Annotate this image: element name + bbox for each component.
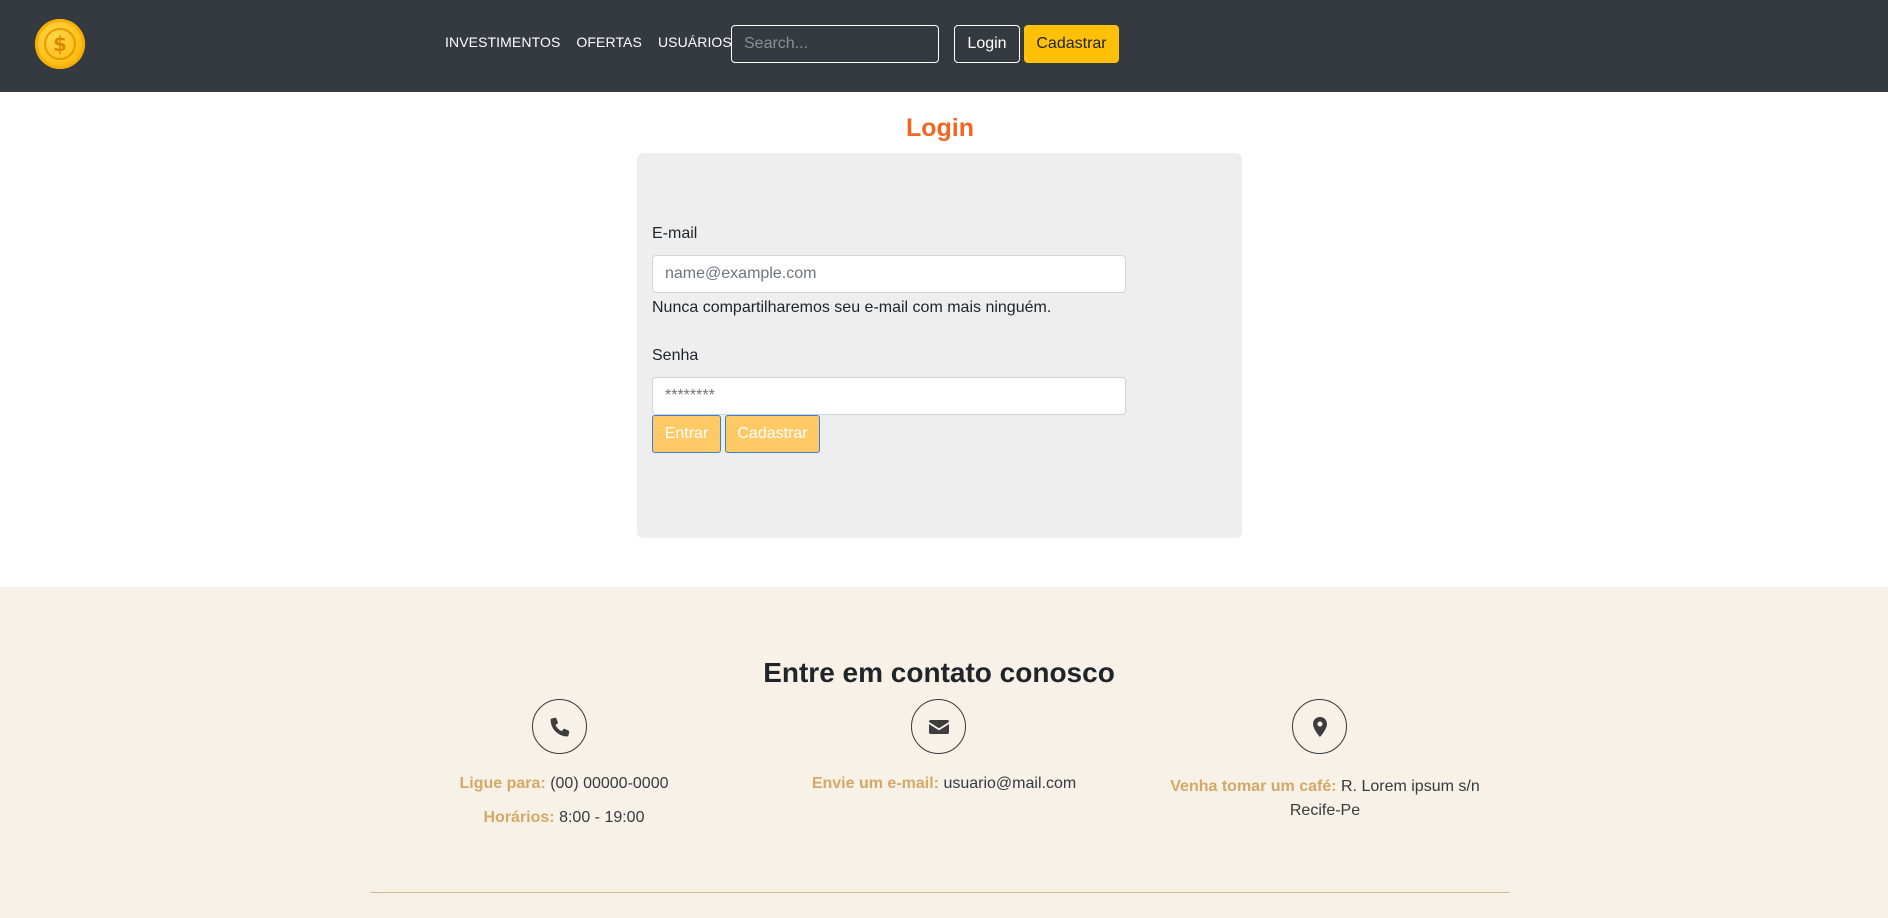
footer-divider [370,892,1510,893]
hours-info: Horários: 8:00 - 19:00 [414,809,714,827]
search-input[interactable] [731,25,939,63]
login-form: E-mail Nunca compartilharemos seu e-mail… [637,153,1242,538]
email-field[interactable] [652,255,1126,293]
nav-link-usuarios[interactable]: USUÁRIOS [658,34,732,50]
nav-register-button[interactable]: Cadastrar [1024,25,1119,63]
address-key: Venha tomar um café: [1170,778,1337,795]
envelope-icon [911,699,966,754]
email-info: Envie um e-mail: usuario@mail.com [794,775,1094,793]
login-title: Login [905,114,975,142]
contact-email-key: Envie um e-mail: [811,775,939,792]
contact-email-value: usuario@mail.com [943,775,1077,792]
hours-key: Horários: [483,809,555,826]
nav-link-ofertas[interactable]: OFERTAS [576,34,642,50]
coin-logo-icon[interactable]: $ [35,19,85,69]
contact-section: Entre em contato conosco Ligue para: (00… [0,587,1888,918]
phone-icon [532,699,587,754]
email-help-text: Nunca compartilharemos seu e-mail com ma… [652,299,1052,316]
phone-info: Ligue para: (00) 00000-0000 [414,775,714,793]
nav-login-button[interactable]: Login [954,25,1020,63]
nav-link-investimentos[interactable]: INVESTIMENTOS [445,34,560,50]
register-button[interactable]: Cadastrar [725,415,820,453]
nav-links: INVESTIMENTOS OFERTAS USUÁRIOS [445,34,732,50]
password-field[interactable] [652,377,1126,415]
logo-symbol: $ [44,28,76,60]
password-label: Senha [652,347,699,364]
navbar: $ INVESTIMENTOS OFERTAS USUÁRIOS Login C… [0,0,1888,92]
address-line1: R. Lorem ipsum s/n [1341,778,1480,795]
submit-button[interactable]: Entrar [652,415,721,453]
email-label: E-mail [652,225,698,242]
phone-key: Ligue para: [459,775,546,792]
contact-title: Entre em contato conosco [763,657,1115,688]
hours-value: 8:00 - 19:00 [559,809,645,826]
address-info: Venha tomar um café: R. Lorem ipsum s/n … [1150,775,1500,823]
phone-value: (00) 00000-0000 [550,775,669,792]
address-line2: Recife-Pe [1289,802,1361,819]
map-marker-icon [1292,699,1347,754]
